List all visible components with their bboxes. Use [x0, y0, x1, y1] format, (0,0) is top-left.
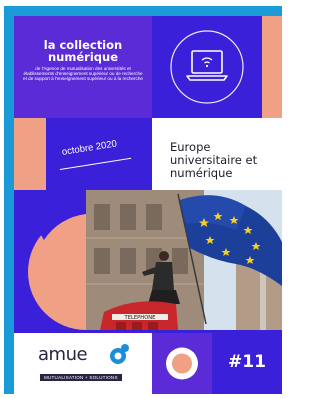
- salmon-accent-top: [262, 16, 282, 118]
- publication-cover: la collection numérique de l'Agence de m…: [4, 6, 282, 394]
- photo-illustration: TELEPHONE: [86, 190, 282, 330]
- date-block: octobre 2020: [46, 118, 152, 190]
- issue-number: #11: [228, 352, 266, 372]
- amue-logo-icon: [110, 344, 129, 364]
- laptop-block: [152, 16, 262, 118]
- report-title: Europe universitaire et numérique: [170, 140, 258, 180]
- salmon-accent-left: [14, 118, 46, 190]
- report-title-block: Europe universitaire et numérique: [152, 118, 282, 190]
- agency-description: de l'Agence de mutualisation des univers…: [23, 66, 143, 82]
- publisher-tagline: MUTUALISATION + SOLUTIONS: [40, 374, 122, 381]
- publisher-name: amue: [38, 344, 88, 365]
- date-underline: [59, 157, 132, 170]
- laptop-wifi-icon: [170, 30, 244, 104]
- issue-block: #11: [212, 333, 282, 394]
- half-circle-shape: [14, 190, 86, 330]
- half-circle-block: [14, 190, 86, 330]
- series-title: la collection numérique: [43, 38, 123, 64]
- publisher-logo-block: amue MUTUALISATION + SOLUTIONS: [14, 333, 152, 394]
- circle-block: [152, 333, 212, 394]
- telephone-sign: TELEPHONE: [124, 315, 156, 321]
- circle-icon: [166, 347, 198, 380]
- publication-date: octobre 2020: [61, 138, 118, 158]
- series-title-block: la collection numérique de l'Agence de m…: [14, 16, 152, 118]
- cover-photo: TELEPHONE: [86, 190, 282, 330]
